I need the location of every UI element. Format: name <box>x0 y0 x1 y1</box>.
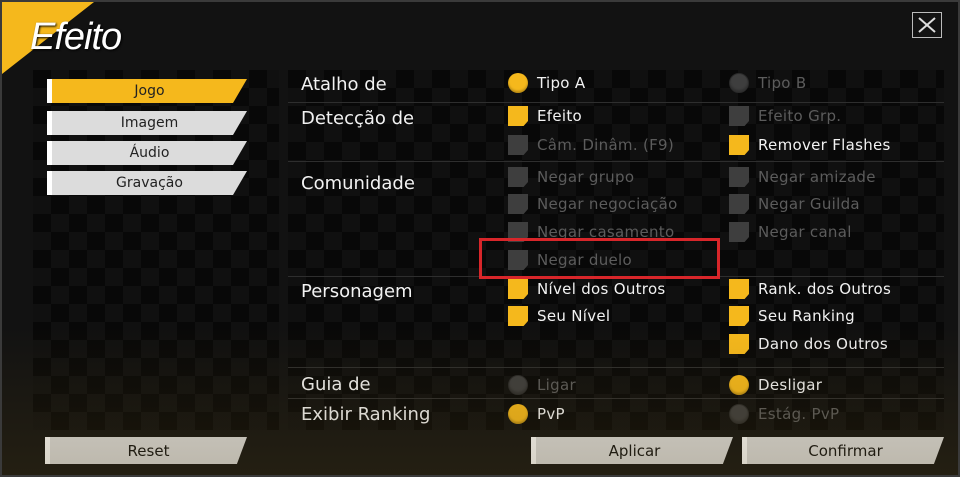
radio-estag-pvp[interactable]: Estág. PvP <box>729 404 839 424</box>
divider <box>288 367 944 368</box>
close-icon <box>918 17 936 33</box>
radio-desligar[interactable]: Desligar <box>729 375 822 395</box>
checkbox-efeito[interactable]: Efeito <box>508 106 582 126</box>
option-label: Nível dos Outros <box>537 280 666 298</box>
label-guia: Guia de <box>301 374 371 395</box>
option-label: Tipo A <box>537 74 586 92</box>
checkbox-checked-icon <box>729 279 749 299</box>
option-label: Efeito <box>537 107 583 125</box>
divider <box>288 398 944 399</box>
option-label: Seu Nível <box>537 307 611 325</box>
label-comunidade: Comunidade <box>301 173 415 194</box>
checkbox-negar-negociacao[interactable]: Negar negociação <box>508 194 678 214</box>
checkbox-efeito-grp[interactable]: Efeito Grp. <box>729 106 841 126</box>
checkbox-checked-icon <box>508 279 528 299</box>
tab-imagem[interactable]: Imagem <box>47 111 247 135</box>
option-label: Efeito Grp. <box>758 107 842 125</box>
option-label: Câm. Dinâm. (F9) <box>537 136 675 154</box>
checkbox-checked-icon <box>508 106 528 126</box>
tab-audio[interactable]: Áudio <box>47 141 247 165</box>
checkbox-checked-icon <box>729 306 749 326</box>
checkbox-unchecked-icon <box>729 167 749 187</box>
radio-tipo-b[interactable]: Tipo B <box>729 73 806 93</box>
checkbox-checked-icon <box>729 135 749 155</box>
radio-selected-icon <box>508 73 528 93</box>
checkbox-seu-ranking[interactable]: Seu Ranking <box>729 306 855 326</box>
tab-gravacao[interactable]: Gravação <box>47 171 247 195</box>
option-label: Remover Flashes <box>758 136 891 154</box>
option-label: Estág. PvP <box>758 405 840 423</box>
checkbox-negar-grupo[interactable]: Negar grupo <box>508 167 634 187</box>
checkbox-checked-icon <box>729 334 749 354</box>
divider <box>288 161 944 162</box>
checkbox-unchecked-icon <box>508 194 528 214</box>
checkbox-remover-flashes[interactable]: Remover Flashes <box>729 135 891 155</box>
apply-button[interactable]: Aplicar <box>531 437 733 464</box>
radio-selected-icon <box>729 375 749 395</box>
divider <box>288 102 944 103</box>
checkbox-negar-amizade[interactable]: Negar amizade <box>729 167 876 187</box>
window-title: Efeito <box>30 16 122 58</box>
settings-window: Efeito Jogo Imagem Áudio Gravação Atalho… <box>0 0 960 477</box>
option-label: Ligar <box>537 376 576 394</box>
checkbox-unchecked-icon <box>729 194 749 214</box>
option-label: PvP <box>537 405 565 423</box>
radio-unselected-icon <box>729 73 749 93</box>
option-label: Negar canal <box>758 223 852 241</box>
radio-selected-icon <box>508 404 528 424</box>
checkbox-cam-dinam[interactable]: Câm. Dinâm. (F9) <box>508 135 674 155</box>
checkbox-unchecked-icon <box>729 106 749 126</box>
option-label: Negar grupo <box>537 168 635 186</box>
radio-ligar[interactable]: Ligar <box>508 375 576 395</box>
close-button[interactable] <box>912 12 942 38</box>
highlight-annotation <box>479 238 720 279</box>
checkbox-dano-outros[interactable]: Dano dos Outros <box>729 334 888 354</box>
checkbox-rank-outros[interactable]: Rank. dos Outros <box>729 279 891 299</box>
radio-tipo-a[interactable]: Tipo A <box>508 73 585 93</box>
option-label: Dano dos Outros <box>758 335 889 353</box>
option-label: Desligar <box>758 376 823 394</box>
radio-unselected-icon <box>508 375 528 395</box>
tab-jogo[interactable]: Jogo <box>47 79 247 103</box>
radio-pvp[interactable]: PvP <box>508 404 565 424</box>
label-atalho: Atalho de <box>301 74 387 95</box>
option-label: Negar Guilda <box>758 195 860 213</box>
confirm-button[interactable]: Confirmar <box>742 437 944 464</box>
option-label: Tipo B <box>758 74 807 92</box>
checkbox-nivel-outros[interactable]: Nível dos Outros <box>508 279 666 299</box>
label-deteccao: Detecção de <box>301 108 415 129</box>
category-panel: Jogo Imagem Áudio Gravação <box>33 70 279 430</box>
radio-unselected-icon <box>729 404 749 424</box>
option-label: Rank. dos Outros <box>758 280 892 298</box>
checkbox-seu-nivel[interactable]: Seu Nível <box>508 306 610 326</box>
checkbox-unchecked-icon <box>729 222 749 242</box>
option-label: Negar amizade <box>758 168 876 186</box>
label-personagem: Personagem <box>301 281 413 302</box>
checkbox-unchecked-icon <box>508 135 528 155</box>
checkbox-negar-canal[interactable]: Negar canal <box>729 222 852 242</box>
checkbox-checked-icon <box>508 306 528 326</box>
option-label: Seu Ranking <box>758 307 855 325</box>
checkbox-negar-guilda[interactable]: Negar Guilda <box>729 194 860 214</box>
label-exibir-ranking: Exibir Ranking <box>301 404 431 425</box>
option-label: Negar negociação <box>537 195 678 213</box>
reset-button[interactable]: Reset <box>45 437 247 464</box>
checkbox-unchecked-icon <box>508 167 528 187</box>
